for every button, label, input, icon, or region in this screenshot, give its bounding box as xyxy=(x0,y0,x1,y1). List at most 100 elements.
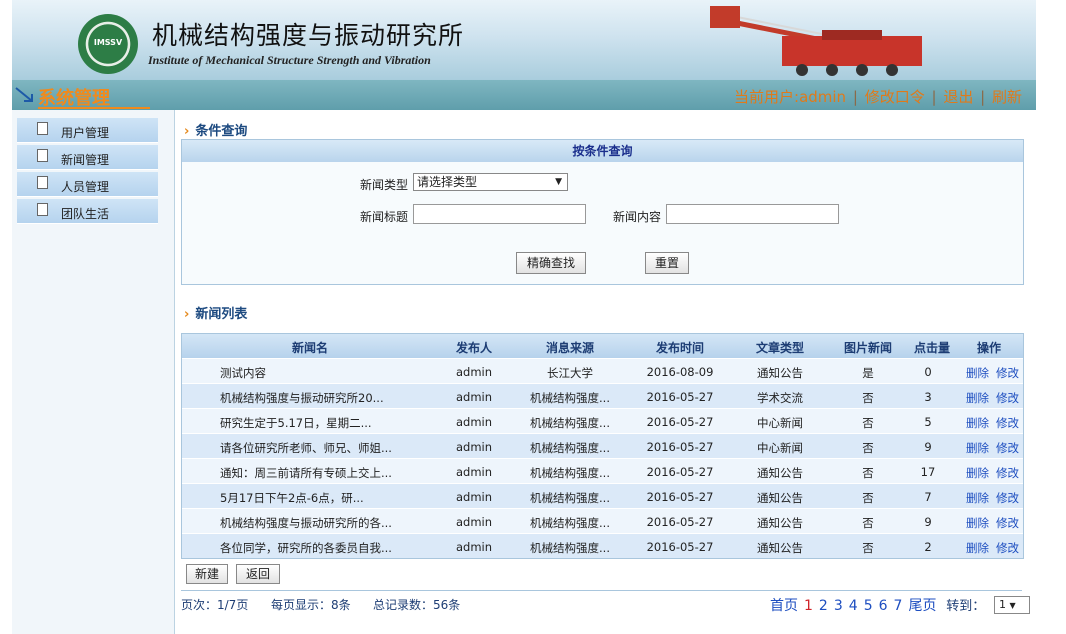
col-header-pic: 图片新闻 xyxy=(843,341,892,355)
cell-pic: 否 xyxy=(862,416,874,430)
page-info: 页次：1/7页 xyxy=(181,598,249,612)
page-link-1[interactable]: 1 xyxy=(804,598,813,614)
cell-pic: 否 xyxy=(862,391,874,405)
col-header-source: 消息来源 xyxy=(545,341,594,355)
delete-link[interactable]: 删除 xyxy=(966,515,989,531)
cell-type: 通知公告 xyxy=(757,541,803,555)
last-page-link[interactable]: 尾页 xyxy=(908,598,936,614)
cell-source: 机械结构强度... xyxy=(530,541,610,555)
cell-news-name: 研究生定于5.17日，星期二... xyxy=(220,416,372,430)
edit-link[interactable]: 修改 xyxy=(996,490,1019,506)
cell-news-name: 测试内容 xyxy=(220,366,266,380)
cell-date: 2016-05-27 xyxy=(646,440,714,454)
cell-news-name: 请各位研究所老师、师兄、师姐... xyxy=(220,441,392,455)
cell-type: 通知公告 xyxy=(757,366,803,380)
cell-publisher: admin xyxy=(455,440,493,454)
news-type-select[interactable]: 请选择类型 ▼ xyxy=(413,173,568,191)
edit-link[interactable]: 修改 xyxy=(996,415,1019,431)
table-row: 通知：周三前请所有专硕上交上... admin 机械结构强度... 2016-05-2… xyxy=(182,458,1023,483)
sidebar: 用户管理 新闻管理 人员管理 团队生活 xyxy=(12,110,175,634)
sidebar-item-label: 人员管理 xyxy=(61,180,110,194)
site-title-cn: 机械结构强度与振动研究所 xyxy=(152,21,465,50)
delete-link[interactable]: 删除 xyxy=(966,440,989,456)
search-button[interactable]: 精确查找 xyxy=(516,252,586,274)
cell-news-name: 机械结构强度与振动研究所20... xyxy=(220,391,384,405)
news-title-input[interactable] xyxy=(413,204,586,224)
sidebar-item-staff-management[interactable]: 人员管理 xyxy=(17,172,158,197)
edit-link[interactable]: 修改 xyxy=(996,390,1019,406)
cell-source: 机械结构强度... xyxy=(530,491,610,505)
edit-link[interactable]: 修改 xyxy=(996,465,1019,481)
header-banner: IMSSV 机械结构强度与振动研究所 Institute of Mechanic… xyxy=(12,0,1036,80)
goto-page-value: 1 xyxy=(999,598,1006,611)
cell-source: 机械结构强度... xyxy=(530,516,610,530)
table-row: 机械结构强度与振动研究所20... admin 机械结构强度... 2016-05-2… xyxy=(182,383,1023,408)
col-header-date: 发布时间 xyxy=(655,341,704,355)
refresh-link[interactable]: 刷新 xyxy=(992,88,1022,106)
cell-pic: 否 xyxy=(862,541,874,555)
page-link-5[interactable]: 5 xyxy=(864,598,873,614)
cell-publisher: admin xyxy=(455,540,493,554)
current-user-label: 当前用户:admin xyxy=(734,88,847,106)
page-link-4[interactable]: 4 xyxy=(849,598,858,614)
first-page-link[interactable]: 首页 xyxy=(770,598,798,614)
new-button[interactable]: 新建 xyxy=(186,564,228,584)
news-table: 新闻名 发布人 消息来源 发布时间 文章类型 图片新闻 点击量 操作 测试内容 a… xyxy=(181,333,1024,559)
news-type-value: 请选择类型 xyxy=(417,175,478,189)
logout-link[interactable]: 退出 xyxy=(943,88,973,106)
cell-date: 2016-05-27 xyxy=(646,465,714,479)
cell-clicks: 9 xyxy=(924,440,932,454)
edit-link[interactable]: 修改 xyxy=(996,440,1019,456)
pagination: 首页 1 2 3 4 5 6 7 尾页 转到： xyxy=(770,595,985,615)
cell-date: 2016-05-27 xyxy=(646,490,714,504)
per-page-info: 每页显示：8条 xyxy=(271,598,351,612)
document-icon xyxy=(37,203,48,216)
cell-clicks: 2 xyxy=(924,540,932,554)
edit-link[interactable]: 修改 xyxy=(996,515,1019,531)
delete-link[interactable]: 删除 xyxy=(966,490,989,506)
delete-link[interactable]: 删除 xyxy=(966,415,989,431)
cell-clicks: 17 xyxy=(920,465,936,479)
page-link-7[interactable]: 7 xyxy=(894,598,903,614)
col-header-publisher: 发布人 xyxy=(455,341,492,355)
cell-date: 2016-05-27 xyxy=(646,415,714,429)
page-link-6[interactable]: 6 xyxy=(879,598,888,614)
table-header: 新闻名 发布人 消息来源 发布时间 文章类型 图片新闻 点击量 操作 xyxy=(182,334,1023,358)
delete-link[interactable]: 删除 xyxy=(966,465,989,481)
sidebar-item-label: 用户管理 xyxy=(61,126,110,140)
edit-link[interactable]: 修改 xyxy=(996,540,1019,556)
cell-type: 学术交流 xyxy=(757,391,803,405)
page-link-2[interactable]: 2 xyxy=(819,598,828,614)
sidebar-item-user-management[interactable]: 用户管理 xyxy=(17,118,158,143)
cell-pic: 否 xyxy=(862,441,874,455)
query-panel-title: 按条件查询 xyxy=(182,140,1023,162)
goto-label: 转到： xyxy=(946,599,986,614)
chevron-right-icon: › xyxy=(184,307,190,322)
sidebar-item-team-life[interactable]: 团队生活 xyxy=(17,199,158,224)
cell-clicks: 5 xyxy=(924,415,932,429)
sidebar-item-label: 团队生活 xyxy=(61,207,110,221)
edit-link[interactable]: 修改 xyxy=(996,365,1019,381)
delete-link[interactable]: 删除 xyxy=(966,540,989,556)
news-content-input[interactable] xyxy=(666,204,839,224)
chevron-right-icon: › xyxy=(184,124,190,139)
table-row: 测试内容 admin 长江大学 2016-08-09 通知公告 是 0 删除 修改 xyxy=(182,358,1023,383)
goto-page-select[interactable]: 1 ▼ xyxy=(994,596,1030,614)
delete-link[interactable]: 删除 xyxy=(966,365,989,381)
cell-date: 2016-05-27 xyxy=(646,540,714,554)
cell-publisher: admin xyxy=(455,365,493,379)
back-button[interactable]: 返回 xyxy=(236,564,280,584)
cell-clicks: 0 xyxy=(924,365,932,379)
delete-link[interactable]: 删除 xyxy=(966,390,989,406)
cell-news-name: 各位同学，研究所的各委员自我... xyxy=(220,541,392,555)
page-link-3[interactable]: 3 xyxy=(834,598,843,614)
change-password-link[interactable]: 修改口令 xyxy=(865,88,925,106)
cell-type: 中心新闻 xyxy=(757,441,803,455)
cell-news-name: 机械结构强度与振动研究所的各... xyxy=(220,516,392,530)
user-links: 当前用户:admin | 修改口令 | 退出 | 刷新 xyxy=(734,88,1022,106)
top-nav-bar: 系统管理 当前用户:admin | 修改口令 | 退出 | 刷新 xyxy=(12,80,1036,110)
reset-button[interactable]: 重置 xyxy=(645,252,689,274)
cell-date: 2016-05-27 xyxy=(646,390,714,404)
sidebar-item-news-management[interactable]: 新闻管理 xyxy=(17,145,158,170)
cell-type: 通知公告 xyxy=(757,491,803,505)
